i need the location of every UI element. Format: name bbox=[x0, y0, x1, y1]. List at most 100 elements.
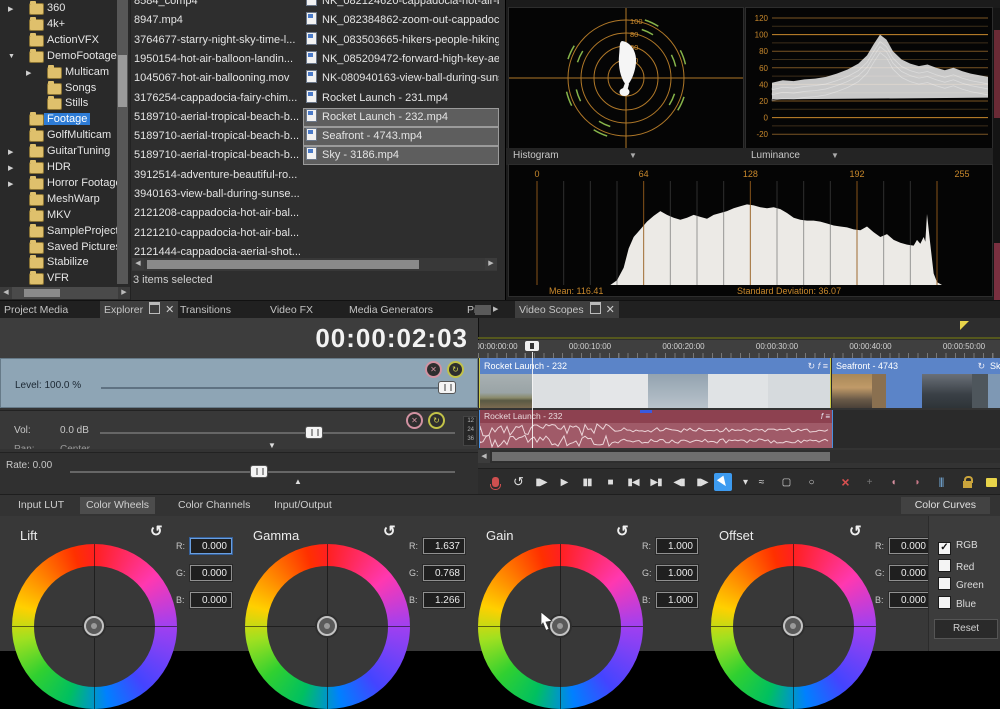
vol-slider-handle[interactable] bbox=[306, 427, 322, 438]
play-from-start-icon[interactable]: ▮▶ bbox=[532, 473, 550, 491]
window-icon[interactable] bbox=[149, 302, 160, 314]
stop-icon[interactable]: ■ bbox=[601, 473, 619, 491]
tab-color-wheels[interactable]: Color Wheels bbox=[80, 497, 155, 514]
expander-right-icon[interactable]: ▶ bbox=[26, 69, 31, 77]
tree-item-hdr[interactable]: ▶HDR bbox=[0, 160, 130, 176]
tree-item-sampleproject[interactable]: SampleProject bbox=[0, 224, 130, 240]
audio-track-header[interactable]: Vol: 0.0 dB ▼ Pan: Center ✕ ↻ bbox=[0, 410, 478, 449]
marker-icon[interactable] bbox=[982, 473, 1000, 491]
selected-take-region[interactable] bbox=[886, 374, 922, 408]
file-item[interactable]: 1950154-hot-air-balloon-landin... bbox=[134, 50, 302, 69]
expander-right-icon[interactable]: ▶ bbox=[8, 180, 13, 188]
expander-right-icon[interactable]: ▶ bbox=[8, 164, 13, 172]
reset-icon[interactable]: ↺ bbox=[150, 522, 163, 540]
file-item[interactable]: NK_082124620-cappadocia-hot-air-bal... bbox=[303, 0, 499, 11]
waveform-select[interactable]: Luminance bbox=[751, 150, 800, 161]
tree-item-stills[interactable]: Stills bbox=[0, 96, 130, 112]
channel-value-field[interactable]: 1.000 bbox=[656, 538, 698, 554]
tree-vertical-scrollbar[interactable] bbox=[117, 0, 128, 284]
file-item[interactable]: 5189710-aerial-tropical-beach-b... bbox=[134, 146, 302, 165]
file-item[interactable]: NK_082384862-zoom-out-cappadocia-... bbox=[303, 11, 499, 30]
tree-item-360[interactable]: ▶360 bbox=[0, 1, 130, 17]
edit-tool-icon[interactable] bbox=[714, 473, 732, 491]
level-slider-handle[interactable] bbox=[439, 382, 455, 393]
selection-tool-icon[interactable]: ▢ bbox=[777, 473, 795, 491]
previous-frame-icon[interactable]: ◀▮ bbox=[670, 473, 688, 491]
generated-media-icon[interactable]: ↻ bbox=[978, 361, 986, 371]
scroll-left-icon[interactable]: ◀ bbox=[0, 287, 12, 299]
file-item[interactable]: 3940163-view-ball-during-sunse... bbox=[134, 185, 302, 204]
color-wheel-gamma[interactable] bbox=[245, 544, 410, 709]
scroll-right-icon[interactable]: ▶ bbox=[118, 287, 130, 299]
tree-item-vfr[interactable]: VFR bbox=[0, 271, 130, 287]
go-to-start-icon[interactable]: ▮◀ bbox=[624, 473, 642, 491]
chevron-down-icon[interactable]: ▼ bbox=[831, 151, 839, 160]
file-list-horizontal-scrollbar[interactable]: ◀ ▶ bbox=[132, 258, 497, 271]
timeline-horizontal-scrollbar[interactable]: ◀ bbox=[478, 450, 1000, 463]
tab-video-scopes[interactable]: Video Scopes✕ bbox=[515, 301, 619, 319]
wheel-handle[interactable] bbox=[84, 616, 104, 636]
time-ruler[interactable]: 00:00:00:0000:00:10:0000:00:20:0000:00:3… bbox=[478, 340, 1000, 359]
file-item[interactable]: 5189710-aerial-tropical-beach-b... bbox=[134, 127, 302, 146]
chevron-down-icon[interactable]: ▼ bbox=[629, 151, 637, 160]
reset-icon[interactable]: ↺ bbox=[383, 522, 396, 540]
envelope-tool-icon[interactable]: ≈ bbox=[752, 473, 770, 491]
color-wheel-lift[interactable] bbox=[12, 544, 177, 709]
file-item[interactable]: NK_083503665-hikers-people-hiking-h... bbox=[303, 31, 499, 50]
video-event[interactable]: Sky - bbox=[988, 358, 1000, 408]
mixer-icon[interactable]: ||| bbox=[932, 473, 950, 491]
file-item[interactable]: 3176254-cappadocia-fairy-chim... bbox=[134, 89, 302, 108]
go-to-end-icon[interactable]: ▶▮ bbox=[647, 473, 665, 491]
delete-icon[interactable]: × bbox=[836, 473, 854, 491]
track-fx-icon[interactable]: ↻ bbox=[430, 414, 443, 427]
expander-right-icon[interactable]: ▶ bbox=[8, 5, 13, 13]
rate-slider-handle[interactable] bbox=[251, 466, 267, 477]
channel-toggle-rgb[interactable]: ✓RGB bbox=[938, 540, 978, 553]
color-wheel-gain[interactable] bbox=[478, 544, 643, 709]
channel-value-field[interactable]: 0.000 bbox=[889, 538, 931, 554]
reset-icon[interactable]: ↺ bbox=[616, 522, 629, 540]
close-icon[interactable]: ✕ bbox=[165, 304, 174, 316]
tab-project-media[interactable]: Project Media bbox=[4, 301, 68, 319]
tab-color-channels[interactable]: Color Channels bbox=[172, 497, 256, 514]
loop-playback-icon[interactable]: ↺ bbox=[509, 473, 527, 491]
tab-media-generators[interactable]: Media Generators bbox=[349, 301, 433, 319]
level-slider[interactable] bbox=[101, 387, 453, 389]
event-fx-icon[interactable]: f bbox=[821, 412, 823, 421]
file-item[interactable]: 5189710-aerial-tropical-beach-b... bbox=[134, 108, 302, 127]
marker-flag-icon[interactable] bbox=[960, 321, 969, 330]
expander-right-icon[interactable]: ▶ bbox=[8, 148, 13, 156]
file-item[interactable]: Seafront - 4743.mp4 bbox=[303, 127, 499, 146]
channel-value-field[interactable]: 0.000 bbox=[889, 565, 931, 581]
tab-scroll-right-icon[interactable]: ▶ bbox=[493, 305, 498, 313]
close-icon[interactable]: ✕ bbox=[606, 304, 615, 316]
checkbox-unchecked-icon[interactable] bbox=[938, 577, 951, 590]
channel-value-field[interactable]: 1.637 bbox=[423, 538, 465, 554]
channel-value-field[interactable]: 0.000 bbox=[190, 538, 232, 554]
checkbox-unchecked-icon[interactable] bbox=[938, 596, 951, 609]
wheel-handle[interactable] bbox=[317, 616, 337, 636]
file-item[interactable]: 1045067-hot-air-ballooning.mov bbox=[134, 69, 302, 88]
tree-item-guitartuning[interactable]: ▶GuitarTuning bbox=[0, 144, 130, 160]
video-track-header[interactable]: Level: 100.0 % ✕ ↻ bbox=[0, 358, 478, 408]
tree-item-golfmulticam[interactable]: GolfMulticam bbox=[0, 128, 130, 144]
channel-toggle-blue[interactable]: Blue bbox=[938, 596, 976, 609]
tab-transitions[interactable]: Transitions bbox=[180, 301, 231, 319]
window-icon[interactable] bbox=[590, 302, 601, 314]
tab-video-fx[interactable]: Video FX bbox=[270, 301, 313, 319]
file-item[interactable]: 8584_comp4 bbox=[134, 0, 302, 11]
hamburger-icon[interactable]: ≡ bbox=[823, 361, 828, 371]
channel-value-field[interactable]: 1.000 bbox=[656, 592, 698, 608]
tree-item-stabilize[interactable]: Stabilize bbox=[0, 255, 130, 271]
tree-item-horror-footage[interactable]: ▶Horror Footage bbox=[0, 176, 130, 192]
tab-explorer[interactable]: Explorer✕ bbox=[100, 301, 178, 319]
folder-tree[interactable]: ▶3604k+ActionVFX▼DemoFootage▶MulticamSon… bbox=[0, 0, 130, 300]
pause-icon[interactable]: ▮▮ bbox=[578, 473, 596, 491]
tree-horizontal-scrollbar[interactable]: ◀ ▶ bbox=[0, 287, 130, 299]
channel-value-field[interactable]: 0.000 bbox=[190, 565, 232, 581]
file-list[interactable]: 8584_comp48947.mp43764677-starry-night-s… bbox=[130, 0, 506, 300]
file-item[interactable]: 3764677-starry-night-sky-time-l... bbox=[134, 31, 302, 50]
video-event[interactable]: Seafront - 4743 ↻ f ≡ bbox=[832, 358, 1000, 408]
record-icon[interactable] bbox=[486, 473, 504, 491]
next-frame-icon[interactable]: ▮▶ bbox=[693, 473, 711, 491]
